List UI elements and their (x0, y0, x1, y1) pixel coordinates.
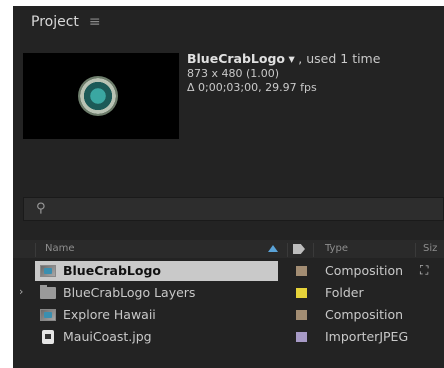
composition-thumbnail (23, 53, 179, 139)
item-info: BlueCrabLogo ▾ , used 1 time 873 x 480 (… (187, 52, 380, 95)
folder-icon (40, 285, 56, 299)
item-type: Composition (325, 307, 404, 322)
search-icon[interactable]: ⚲ (36, 201, 46, 216)
expand-arrow-icon[interactable]: › (19, 285, 23, 298)
crab-logo-icon (80, 78, 116, 114)
list-item[interactable]: BlueCrabLogo Composition ⛶ (13, 260, 444, 282)
panel-header: Project ≡ (13, 6, 444, 38)
label-color-swatch[interactable] (296, 310, 307, 320)
column-divider[interactable] (313, 243, 314, 257)
panel-menu-icon[interactable]: ≡ (89, 14, 101, 30)
sort-ascending-icon[interactable] (268, 245, 278, 252)
project-panel: Project ≡ BlueCrabLogo ▾ , used 1 time 8… (13, 6, 444, 368)
list-item[interactable]: › BlueCrabLogo Layers Folder (13, 282, 444, 304)
item-name: BlueCrabLogo Layers (63, 285, 196, 300)
item-name: BlueCrabLogo (63, 263, 161, 278)
item-type: Folder (325, 285, 364, 300)
preview-dimensions: 873 x 480 (1.00) (187, 67, 280, 80)
column-size-header[interactable]: Siz (423, 243, 437, 254)
column-header: Name Type Siz (13, 240, 444, 258)
label-tag-icon[interactable] (293, 244, 305, 254)
panel-title[interactable]: Project (31, 14, 79, 30)
composition-icon (40, 265, 56, 277)
item-name: MauiCoast.jpg (63, 329, 152, 344)
column-name-header[interactable]: Name (45, 243, 75, 254)
preview-dropdown-icon[interactable]: ▾ (289, 51, 295, 66)
image-file-icon (42, 330, 54, 344)
label-color-swatch[interactable] (296, 266, 307, 276)
label-color-swatch[interactable] (296, 332, 307, 342)
list-item[interactable]: MauiCoast.jpg ImporterJPEG (13, 326, 444, 348)
flowchart-icon[interactable]: ⛶ (420, 263, 428, 278)
preview-item-name: BlueCrabLogo (187, 51, 285, 66)
column-type-header[interactable]: Type (325, 243, 348, 254)
composition-icon (40, 309, 56, 321)
column-divider[interactable] (415, 243, 416, 257)
column-divider[interactable] (35, 243, 36, 257)
preview-duration: Δ 0;00;03;00, 29.97 fps (187, 81, 317, 94)
item-type: ImporterJPEG (325, 329, 409, 344)
list-item[interactable]: Explore Hawaii Composition (13, 304, 444, 326)
item-name: Explore Hawaii (63, 307, 156, 322)
label-color-swatch[interactable] (296, 288, 307, 298)
search-input[interactable]: ⚲ (23, 197, 444, 221)
column-divider[interactable] (287, 243, 288, 257)
item-type: Composition (325, 263, 404, 278)
preview-usage: , used 1 time (298, 51, 381, 66)
